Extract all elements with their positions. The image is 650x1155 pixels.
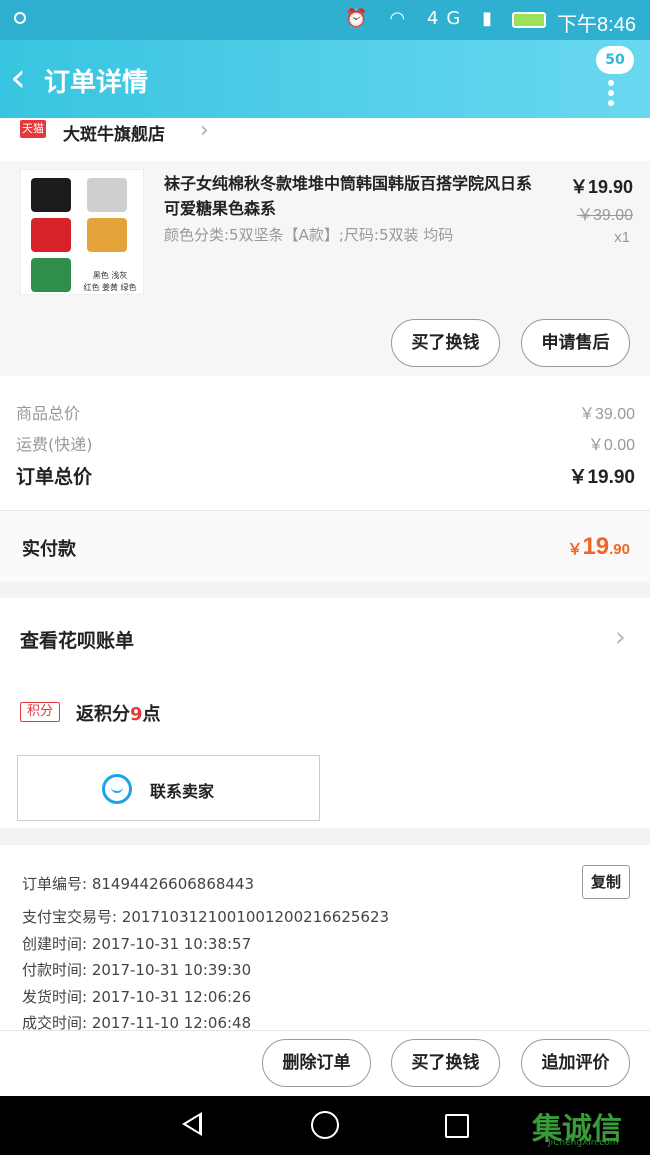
sock-gray-swatch	[87, 178, 127, 212]
product-title: 袜子女纯棉秋冬款堆堆中筒韩国韩版百搭学院风日系可爱糖果色森系	[164, 174, 533, 218]
nav-back-icon[interactable]	[182, 1112, 202, 1136]
shipped-time: 发货时间: 2017-10-31 12:06:26	[22, 988, 252, 1006]
sock-black-swatch	[31, 178, 71, 212]
price-summary: 商品总价 ￥39.00 运费(快递) ￥0.00 订单总价 ￥19.90	[0, 376, 650, 510]
sock-green-swatch	[31, 258, 71, 292]
huabei-bill-link[interactable]: 查看花呗账单	[20, 626, 134, 653]
message-count-badge[interactable]: 50	[596, 46, 634, 74]
shipping-value: ￥0.00	[587, 437, 635, 454]
thumb-caption: 黑色 浅灰	[92, 271, 128, 280]
clock: 下午8:46	[557, 14, 636, 36]
back-icon[interactable]: ‹	[10, 58, 26, 98]
status-bar: ⏰ ◠ 4G ▮ 下午8:46	[0, 0, 650, 40]
nav-home-icon[interactable]	[311, 1111, 339, 1139]
product-thumbnail[interactable]: 黑色 浅灰 红色 姜黄 绿色	[20, 169, 144, 295]
shop-name: 大斑牛旗舰店	[63, 125, 165, 145]
sock-red-swatch	[31, 218, 71, 252]
delete-order-button[interactable]: 删除订单	[262, 1039, 371, 1087]
battery-icon	[512, 12, 546, 28]
order-total-value: ￥19.90	[568, 467, 635, 488]
contact-seller-label: 联系卖家	[150, 782, 215, 801]
buy-insurance-button[interactable]: 买了换钱	[391, 319, 500, 367]
chevron-right-icon: ›	[200, 118, 209, 143]
paid-time: 付款时间: 2017-10-31 10:39:30	[22, 961, 252, 979]
add-review-button[interactable]: 追加评价	[521, 1039, 630, 1087]
product-original-price: ￥39.00	[576, 207, 633, 224]
goods-total-value: ￥39.00	[578, 406, 635, 423]
product-price: ￥19.90	[569, 177, 633, 197]
thumb-caption: 红色 姜黄 绿色	[83, 283, 137, 292]
after-sale-button[interactable]: 申请售后	[521, 319, 630, 367]
copy-button[interactable]: 复制	[582, 865, 630, 899]
goods-total-label: 商品总价	[16, 404, 81, 423]
sock-ginger-swatch	[87, 218, 127, 252]
amount-paid-row: 实付款 ￥19.90	[0, 510, 650, 582]
alipay-trade-number: 支付宝交易号: 2017103121001001200216625623	[22, 908, 390, 926]
points-tag: 积分	[20, 702, 60, 722]
created-time: 创建时间: 2017-10-31 10:38:57	[22, 935, 252, 953]
points-reward: 返积分9点	[76, 704, 161, 725]
chevron-right-icon[interactable]: ›	[615, 620, 626, 653]
buy-insurance-bottom-button[interactable]: 买了换钱	[391, 1039, 500, 1087]
extras-section: 查看花呗账单 › 积分 返积分9点 联系卖家	[0, 598, 650, 828]
system-nav-bar: 集诚信 JiChengXin.com	[0, 1096, 650, 1155]
shop-row[interactable]: 天猫 大斑牛旗舰店 ›	[0, 118, 650, 161]
order-total-label: 订单总价	[16, 466, 93, 488]
contact-seller-button[interactable]: 联系卖家	[17, 755, 320, 821]
app-header: ‹ 订单详情 50	[0, 40, 650, 118]
shipping-label: 运费(快递)	[16, 435, 93, 454]
notification-icon	[14, 12, 26, 24]
status-icons: ⏰ ◠ 4G ▮	[345, 8, 500, 29]
amount-paid-label: 实付款	[22, 539, 76, 560]
page-title: 订单详情	[44, 68, 149, 98]
bottom-actions: 删除订单 买了换钱 追加评价	[0, 1030, 650, 1096]
product-card[interactable]: 黑色 浅灰 红色 姜黄 绿色 袜子女纯棉秋冬款堆堆中筒韩国韩版百搭学院风日系可爱…	[0, 161, 650, 376]
product-spec: 颜色分类:5双坚条【A款】;尺码:5双装 均码	[164, 226, 454, 244]
order-number: 订单编号: 81494426606868443	[22, 875, 255, 893]
amount-paid-value: ￥19.90	[567, 533, 630, 560]
tmall-badge: 天猫	[20, 120, 46, 138]
order-info: 订单编号: 81494426606868443 复制 支付宝交易号: 20171…	[0, 845, 650, 1032]
product-quantity: x1	[614, 229, 630, 246]
chat-face-icon	[102, 774, 132, 804]
more-options-icon[interactable]	[608, 80, 614, 110]
watermark-url: JiChengXin.com	[548, 1138, 619, 1148]
nav-recents-icon[interactable]	[445, 1114, 469, 1138]
